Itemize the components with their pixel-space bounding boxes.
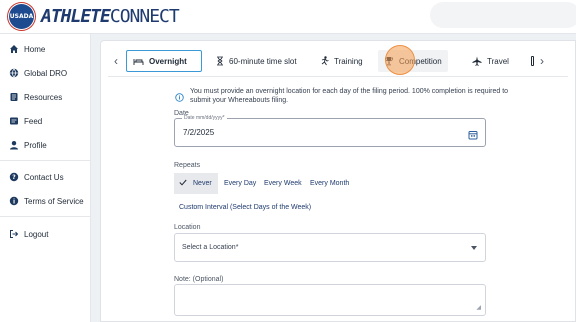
- bed-icon: [133, 57, 144, 66]
- feed-icon: [8, 116, 19, 127]
- partial-tab-icon[interactable]: [531, 56, 534, 66]
- note-textarea[interactable]: ◢: [174, 284, 486, 316]
- tab-60-minute-time-slot[interactable]: 60-minute time slot: [210, 50, 303, 72]
- globe-icon: [8, 68, 19, 79]
- sidebar-item-logout[interactable]: Logout: [8, 227, 48, 241]
- plane-icon: [472, 56, 482, 66]
- sidebar-item-terms[interactable]: i Terms of Service: [8, 194, 84, 208]
- user-icon: [8, 140, 19, 151]
- header-search-area[interactable]: [430, 2, 576, 28]
- check-icon: [179, 179, 187, 188]
- sidebar-item-profile[interactable]: Profile: [8, 138, 47, 152]
- sidebar-divider: [0, 160, 91, 161]
- brand-title: ATHLETECONNECT: [41, 6, 180, 27]
- sidebar-divider: [0, 216, 91, 217]
- svg-text:i: i: [179, 96, 181, 102]
- repeat-option-every-month[interactable]: Every Month: [305, 173, 354, 194]
- tab-label: Overnight: [149, 56, 187, 66]
- location-label: Location: [174, 224, 201, 231]
- tab-label: Travel: [487, 56, 509, 66]
- help-icon: ?: [8, 172, 19, 183]
- note-label: Note: (Optional): [174, 276, 224, 283]
- sidebar-item-resources[interactable]: Resources: [8, 90, 62, 104]
- tab-travel[interactable]: Travel: [466, 50, 515, 72]
- repeat-option-every-week[interactable]: Every Week: [259, 173, 307, 194]
- tab-training[interactable]: Training: [314, 50, 369, 72]
- date-hint: Date mm/dd/yyyy*: [182, 115, 227, 121]
- calendar-icon[interactable]: [468, 127, 478, 145]
- home-icon: [8, 44, 19, 55]
- svg-text:i: i: [12, 198, 14, 205]
- tab-overnight[interactable]: Overnight: [126, 50, 202, 72]
- sidebar-item-label: Resources: [24, 92, 63, 102]
- location-placeholder: Select a Location*: [182, 244, 239, 251]
- resize-handle-icon[interactable]: ◢: [476, 304, 481, 311]
- click-indicator: [385, 45, 415, 75]
- info-icon: i: [8, 196, 19, 207]
- run-icon: [320, 56, 329, 66]
- info-notice: i You must provide an overnight location…: [175, 87, 510, 107]
- sidebar-item-label: Feed: [24, 116, 43, 126]
- hourglass-icon: [216, 56, 224, 66]
- sidebar-item-label: Global DRO: [24, 68, 68, 78]
- usada-logo[interactable]: USADA: [9, 4, 34, 29]
- date-field[interactable]: Date mm/dd/yyyy* 7/2/2025: [174, 115, 486, 147]
- app-header: USADA ATHLETECONNECT: [0, 0, 576, 34]
- date-value: 7/2/2025: [183, 128, 215, 137]
- tab-label: 60-minute time slot: [229, 56, 297, 66]
- sidebar-item-feed[interactable]: Feed: [8, 114, 42, 128]
- sidebar-item-label: Terms of Service: [24, 196, 84, 206]
- sidebar-item-label: Logout: [24, 229, 49, 239]
- sidebar: Home Global DRO Resources Feed Profile ?…: [0, 34, 91, 322]
- repeat-option-label: Never: [193, 180, 212, 187]
- entry-type-tabs: ‹ Overnight 60-minute time slot Training…: [100, 48, 576, 74]
- chevron-right-icon[interactable]: ›: [540, 54, 544, 68]
- svg-text:?: ?: [12, 174, 16, 181]
- info-circle-icon: i: [175, 89, 184, 107]
- repeat-option-never[interactable]: Never: [174, 173, 218, 194]
- repeat-option-label: Every Day: [224, 180, 257, 187]
- caret-down-icon: [471, 246, 477, 250]
- brand-bold: ATHLETE: [41, 6, 111, 27]
- book-icon: [8, 92, 19, 103]
- logo-text: USADA: [9, 13, 34, 20]
- repeat-option-label: Custom Interval (Select Days of the Week…: [179, 204, 312, 211]
- tab-label: Training: [334, 56, 363, 66]
- tabs-divider: [108, 76, 568, 77]
- brand-light: CONNECT: [109, 6, 180, 27]
- repeat-option-label: Every Month: [310, 180, 350, 187]
- sidebar-item-global-dro[interactable]: Global DRO: [8, 66, 67, 80]
- sidebar-item-label: Contact Us: [24, 172, 64, 182]
- repeat-option-custom[interactable]: Custom Interval (Select Days of the Week…: [174, 197, 316, 218]
- repeat-option-label: Every Week: [264, 180, 302, 187]
- sidebar-item-home[interactable]: Home: [8, 42, 45, 56]
- repeat-option-every-day[interactable]: Every Day: [219, 173, 261, 194]
- sidebar-item-contact-us[interactable]: ? Contact Us: [8, 170, 64, 184]
- repeats-label: Repeats: [174, 162, 201, 169]
- location-select[interactable]: Select a Location*: [174, 233, 486, 262]
- chevron-left-icon[interactable]: ‹: [114, 54, 118, 68]
- logout-icon: [8, 229, 19, 240]
- info-text: You must provide an overnight location f…: [190, 88, 509, 104]
- sidebar-item-label: Profile: [24, 140, 47, 150]
- sidebar-item-label: Home: [24, 44, 46, 54]
